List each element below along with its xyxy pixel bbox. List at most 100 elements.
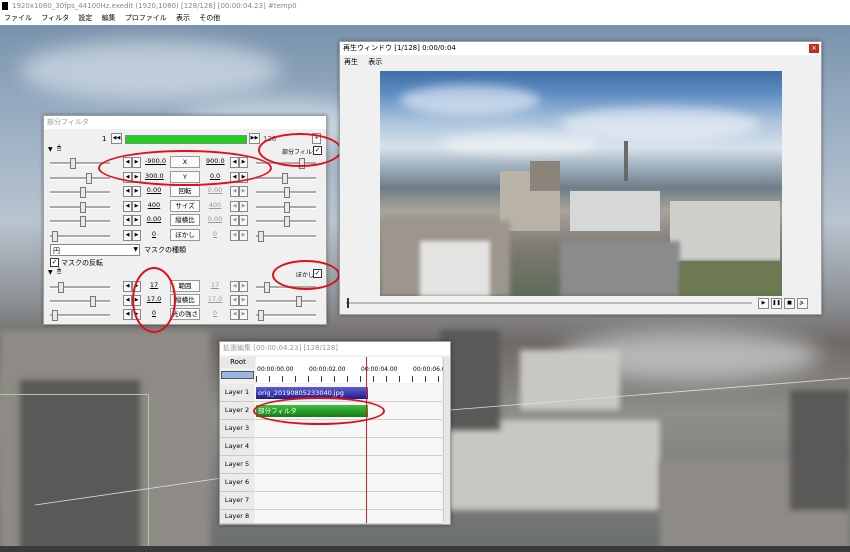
layer-label[interactable]: Layer 8 (220, 510, 254, 524)
left-decrement-button[interactable]: ◀ (123, 295, 132, 306)
right-value[interactable]: 17 (206, 281, 224, 290)
right-increment-button[interactable]: ▶ (239, 230, 248, 241)
layer-label[interactable]: Layer 5 (220, 456, 254, 474)
right-decrement-button[interactable]: ◀ (230, 309, 239, 320)
menu-file[interactable]: ファイル (4, 12, 32, 25)
left-decrement-button[interactable]: ◀ (123, 215, 132, 226)
left-increment-button[interactable]: ▶ (132, 215, 141, 226)
blur-filter-enable-checkbox[interactable]: ✓ (313, 269, 322, 278)
time-ruler[interactable]: 00:00:00.00 00:00:02.00 00:00:04.00 00:0… (256, 357, 446, 383)
left-decrement-button[interactable]: ◀ (123, 230, 132, 241)
left-value[interactable]: 0.00 (145, 186, 163, 195)
param-name-button[interactable]: 縦横比 (170, 214, 200, 226)
left-value[interactable]: 17 (145, 281, 163, 290)
left-increment-button[interactable]: ▶ (132, 186, 141, 197)
right-decrement-button[interactable]: ◀ (230, 157, 239, 168)
slider-knob[interactable] (80, 187, 86, 198)
menu-play[interactable]: 再生 (344, 58, 358, 66)
right-decrement-button[interactable]: ◀ (230, 186, 239, 197)
seek-knob[interactable] (347, 298, 349, 308)
left-value[interactable]: 0 (145, 230, 163, 239)
left-decrement-button[interactable]: ◀ (123, 281, 132, 292)
left-decrement-button[interactable]: ◀ (123, 186, 132, 197)
frame-next-button[interactable]: ▶▶ (249, 133, 260, 144)
right-decrement-button[interactable]: ◀ (230, 295, 239, 306)
slider-knob[interactable] (284, 216, 290, 227)
slider-knob[interactable] (90, 296, 96, 307)
left-increment-button[interactable]: ▶ (132, 230, 141, 241)
collapse-arrow-icon[interactable]: ▼ (48, 269, 53, 276)
layer-label[interactable]: Layer 3 (220, 420, 254, 438)
timeline-scrollbar[interactable] (443, 357, 450, 523)
slider-knob[interactable] (70, 158, 76, 169)
param-name-button[interactable]: 回転 (170, 185, 200, 197)
param-name-button[interactable]: X (170, 156, 200, 168)
left-value[interactable]: 17.0 (145, 295, 163, 304)
partial-filter-enable-checkbox[interactable]: ✓ (313, 146, 322, 155)
left-value[interactable]: 300.0 (145, 172, 164, 181)
right-increment-button[interactable]: ▶ (239, 309, 248, 320)
image-clip[interactable]: orig_20190805233040.jpg (256, 387, 368, 399)
mask-type-select[interactable]: 円 ▼ (50, 244, 140, 256)
right-decrement-button[interactable]: ◀ (230, 201, 239, 212)
left-increment-button[interactable]: ▶ (132, 201, 141, 212)
right-increment-button[interactable]: ▶ (239, 172, 248, 183)
left-decrement-button[interactable]: ◀ (123, 309, 132, 320)
left-increment-button[interactable]: ▶ (132, 172, 141, 183)
left-decrement-button[interactable]: ◀ (123, 157, 132, 168)
layer-label[interactable]: Layer 1 (220, 384, 254, 402)
layer-row[interactable] (255, 456, 442, 474)
layer-row[interactable] (255, 510, 442, 524)
param-name-button[interactable]: サイズ (170, 200, 200, 212)
right-value[interactable]: 900.0 (206, 157, 225, 166)
slider-knob[interactable] (52, 310, 58, 321)
filter-clip[interactable]: 部分フィルタ (256, 405, 368, 417)
root-tab[interactable]: Root (221, 357, 255, 368)
left-increment-button[interactable]: ▶ (132, 281, 141, 292)
menu-other[interactable]: その他 (199, 12, 220, 25)
left-decrement-button[interactable]: ◀ (123, 201, 132, 212)
layer-label[interactable]: Layer 4 (220, 438, 254, 456)
slider-knob[interactable] (299, 158, 305, 169)
mask-invert-checkbox[interactable]: ✓ (50, 258, 59, 267)
zoom-slider[interactable] (221, 371, 254, 379)
right-decrement-button[interactable]: ◀ (230, 172, 239, 183)
right-increment-button[interactable]: ▶ (239, 157, 248, 168)
right-value[interactable]: 0 (206, 309, 224, 318)
right-decrement-button[interactable]: ◀ (230, 281, 239, 292)
slider-knob[interactable] (80, 202, 86, 213)
menu-profile[interactable]: プロファイル (125, 12, 167, 25)
left-value[interactable]: 0.00 (145, 215, 163, 224)
menu-edit[interactable]: 編集 (102, 12, 116, 25)
slider-knob[interactable] (58, 282, 64, 293)
pause-button[interactable]: ❚❚ (771, 298, 782, 309)
frame-prev-button[interactable]: ◀◀ (111, 133, 122, 144)
playback-seekbar[interactable] (346, 302, 752, 304)
layer-row[interactable] (255, 492, 442, 510)
slider-knob[interactable] (258, 310, 264, 321)
playhead-cursor[interactable] (366, 357, 367, 523)
left-increment-button[interactable]: ▶ (132, 309, 141, 320)
param-name-button[interactable]: 縦横比 (170, 294, 200, 306)
menu-filter[interactable]: フィルタ (41, 12, 69, 25)
right-decrement-button[interactable]: ◀ (230, 230, 239, 241)
stop-button[interactable]: ■ (784, 298, 795, 309)
left-increment-button[interactable]: ▶ (132, 157, 141, 168)
right-increment-button[interactable]: ▶ (239, 281, 248, 292)
right-decrement-button[interactable]: ◀ (230, 215, 239, 226)
param-name-button[interactable]: 範囲 (170, 280, 200, 292)
volume-icon[interactable]: 🔈 (797, 298, 808, 309)
close-icon[interactable]: × (809, 44, 819, 53)
layer-row[interactable] (255, 420, 442, 438)
slider-knob[interactable] (284, 202, 290, 213)
layer-label[interactable]: Layer 2 (220, 402, 254, 420)
layer-row[interactable] (255, 474, 442, 492)
slider-knob[interactable] (80, 216, 86, 227)
slider-knob[interactable] (296, 296, 302, 307)
slider-knob[interactable] (52, 231, 58, 242)
left-value[interactable]: 0 (145, 309, 163, 318)
left-increment-button[interactable]: ▶ (132, 295, 141, 306)
slider-knob[interactable] (284, 187, 290, 198)
right-value[interactable]: 0.00 (206, 186, 224, 195)
left-value[interactable]: 400 (145, 201, 163, 210)
